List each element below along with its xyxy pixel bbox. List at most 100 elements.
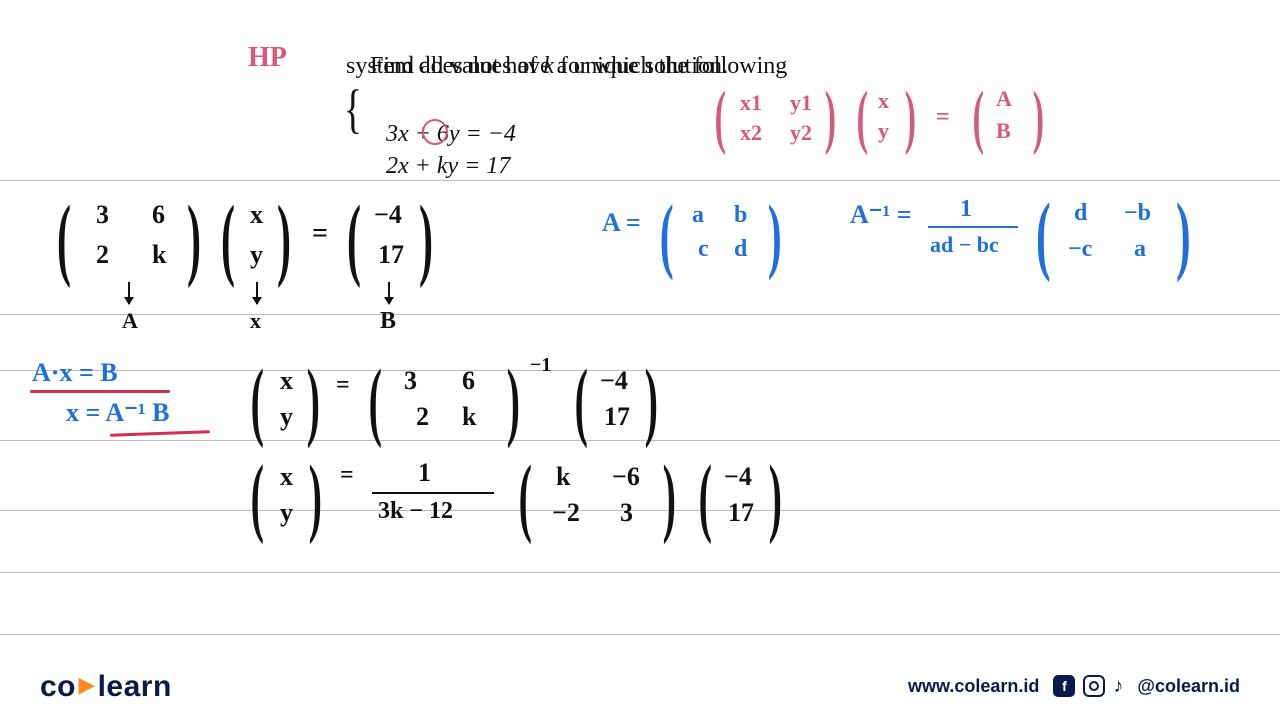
inv-a: a [1134, 236, 1146, 263]
A-def-lhs: A = [602, 208, 641, 238]
problem-line-2: system does not have a unique solution. [346, 50, 728, 82]
p3-b2: 17 [728, 498, 754, 528]
pink-paren-2c: ) [905, 77, 916, 159]
blue-paren-inv: ( [1036, 185, 1051, 285]
circle-around-k [422, 119, 448, 145]
footer: co▸learn www.colearn.id f ♪ @colearn.id [0, 660, 1280, 720]
black-paren-bc: ) [419, 185, 433, 292]
p3-ml: ( [519, 447, 532, 547]
inv-mc: −c [1068, 236, 1092, 263]
p2-22: k [462, 402, 476, 432]
p3-22: 3 [620, 498, 633, 528]
blue-parenAc: ) [768, 188, 782, 284]
m12: 6 [152, 200, 165, 230]
axb: A·x = B [32, 358, 118, 388]
footer-handle: @colearn.id [1137, 676, 1240, 697]
p3-bl: ( [699, 447, 712, 547]
p2-mr: ) [507, 351, 520, 451]
p2-eq: = [336, 372, 350, 399]
b1: −4 [374, 200, 402, 230]
p2-bl: ( [575, 351, 588, 451]
ainv-frac-line [928, 226, 1018, 228]
brand-logo: co▸learn [40, 669, 172, 704]
pink-eq: = [936, 104, 950, 131]
p2-br: ) [645, 351, 658, 451]
b2: 17 [378, 240, 404, 270]
system-brace: { [344, 78, 362, 140]
label-A: A [122, 308, 138, 334]
pink-y1: y1 [790, 90, 812, 116]
p3-12: −6 [612, 462, 640, 492]
black-paren-x: ( [221, 185, 235, 292]
blue-parenA: ( [660, 188, 674, 284]
black-paren-A: ( [57, 185, 71, 292]
logo-learn: learn [98, 670, 172, 703]
p3-l: ( [251, 447, 264, 547]
p3-eq: = [340, 462, 354, 489]
p3-21: −2 [552, 498, 580, 528]
frac-num: 1 [418, 458, 431, 488]
pink-vec-x: x [878, 88, 889, 114]
label-x: x [250, 308, 261, 334]
p2-inv: −1 [530, 354, 551, 377]
black-paren-Ac: ) [187, 185, 201, 292]
pink-paren-3c: ) [1033, 77, 1044, 159]
p2-y: y [280, 402, 293, 432]
pink-x2: x2 [740, 120, 762, 146]
p2-l: ( [251, 351, 264, 451]
p2-12: 6 [462, 366, 475, 396]
p2-21: 2 [416, 402, 429, 432]
c: c [698, 236, 709, 263]
arrow-B [388, 282, 390, 304]
social-icons: f ♪ [1053, 675, 1123, 698]
m22: k [152, 240, 166, 270]
p3-mr: ) [663, 447, 676, 547]
p3-y: y [280, 498, 293, 528]
a: a [692, 202, 704, 229]
logo-co: co [40, 670, 76, 703]
p3-br: ) [769, 447, 782, 547]
frac-line [372, 492, 494, 494]
p2-x: x [280, 366, 293, 396]
Ainv-1: 1 [960, 196, 972, 223]
tiktok-icon: ♪ [1113, 675, 1123, 698]
p2-b2: 17 [604, 402, 630, 432]
instagram-icon [1083, 675, 1105, 697]
d: d [734, 236, 747, 263]
x-ainv-b: x = A⁻¹ B [66, 398, 170, 428]
m11: 3 [96, 200, 109, 230]
black-paren-xc: ) [277, 185, 291, 292]
p3-b1: −4 [724, 462, 752, 492]
inv-d: d [1074, 200, 1087, 227]
facebook-icon: f [1053, 675, 1075, 697]
pink-paren-3: ( [973, 77, 984, 159]
Ainv-denom: ad − bc [930, 232, 999, 258]
p2-r: ) [307, 351, 320, 451]
pink-vec-y: y [878, 118, 889, 144]
p2-ml: ( [369, 351, 382, 451]
p2-b1: −4 [600, 366, 628, 396]
blue-paren-invc: ) [1176, 185, 1191, 285]
vx: x [250, 200, 263, 230]
pink-paren-close: ) [825, 77, 836, 159]
label-B: B [380, 308, 396, 335]
p3-r: ) [309, 447, 322, 547]
pink-paren-2: ( [857, 77, 868, 159]
pink-A: A [996, 86, 1012, 112]
p2-11: 3 [404, 366, 417, 396]
pink-B: B [996, 118, 1011, 144]
m21: 2 [96, 240, 109, 270]
underline-2 [110, 430, 210, 436]
pink-y2: y2 [790, 120, 812, 146]
logo-dot: ▸ [76, 668, 98, 701]
black-paren-b: ( [347, 185, 361, 292]
pink-paren: ( [715, 77, 726, 159]
whiteboard-canvas: Find all values of k for which the follo… [0, 0, 1280, 720]
arrow-x [256, 282, 258, 304]
footer-url: www.colearn.id [908, 676, 1039, 697]
eq1: = [312, 218, 328, 250]
underline-1 [30, 390, 170, 393]
arrow-A [128, 282, 130, 304]
vy: y [250, 240, 263, 270]
p3-11: k [556, 462, 570, 492]
